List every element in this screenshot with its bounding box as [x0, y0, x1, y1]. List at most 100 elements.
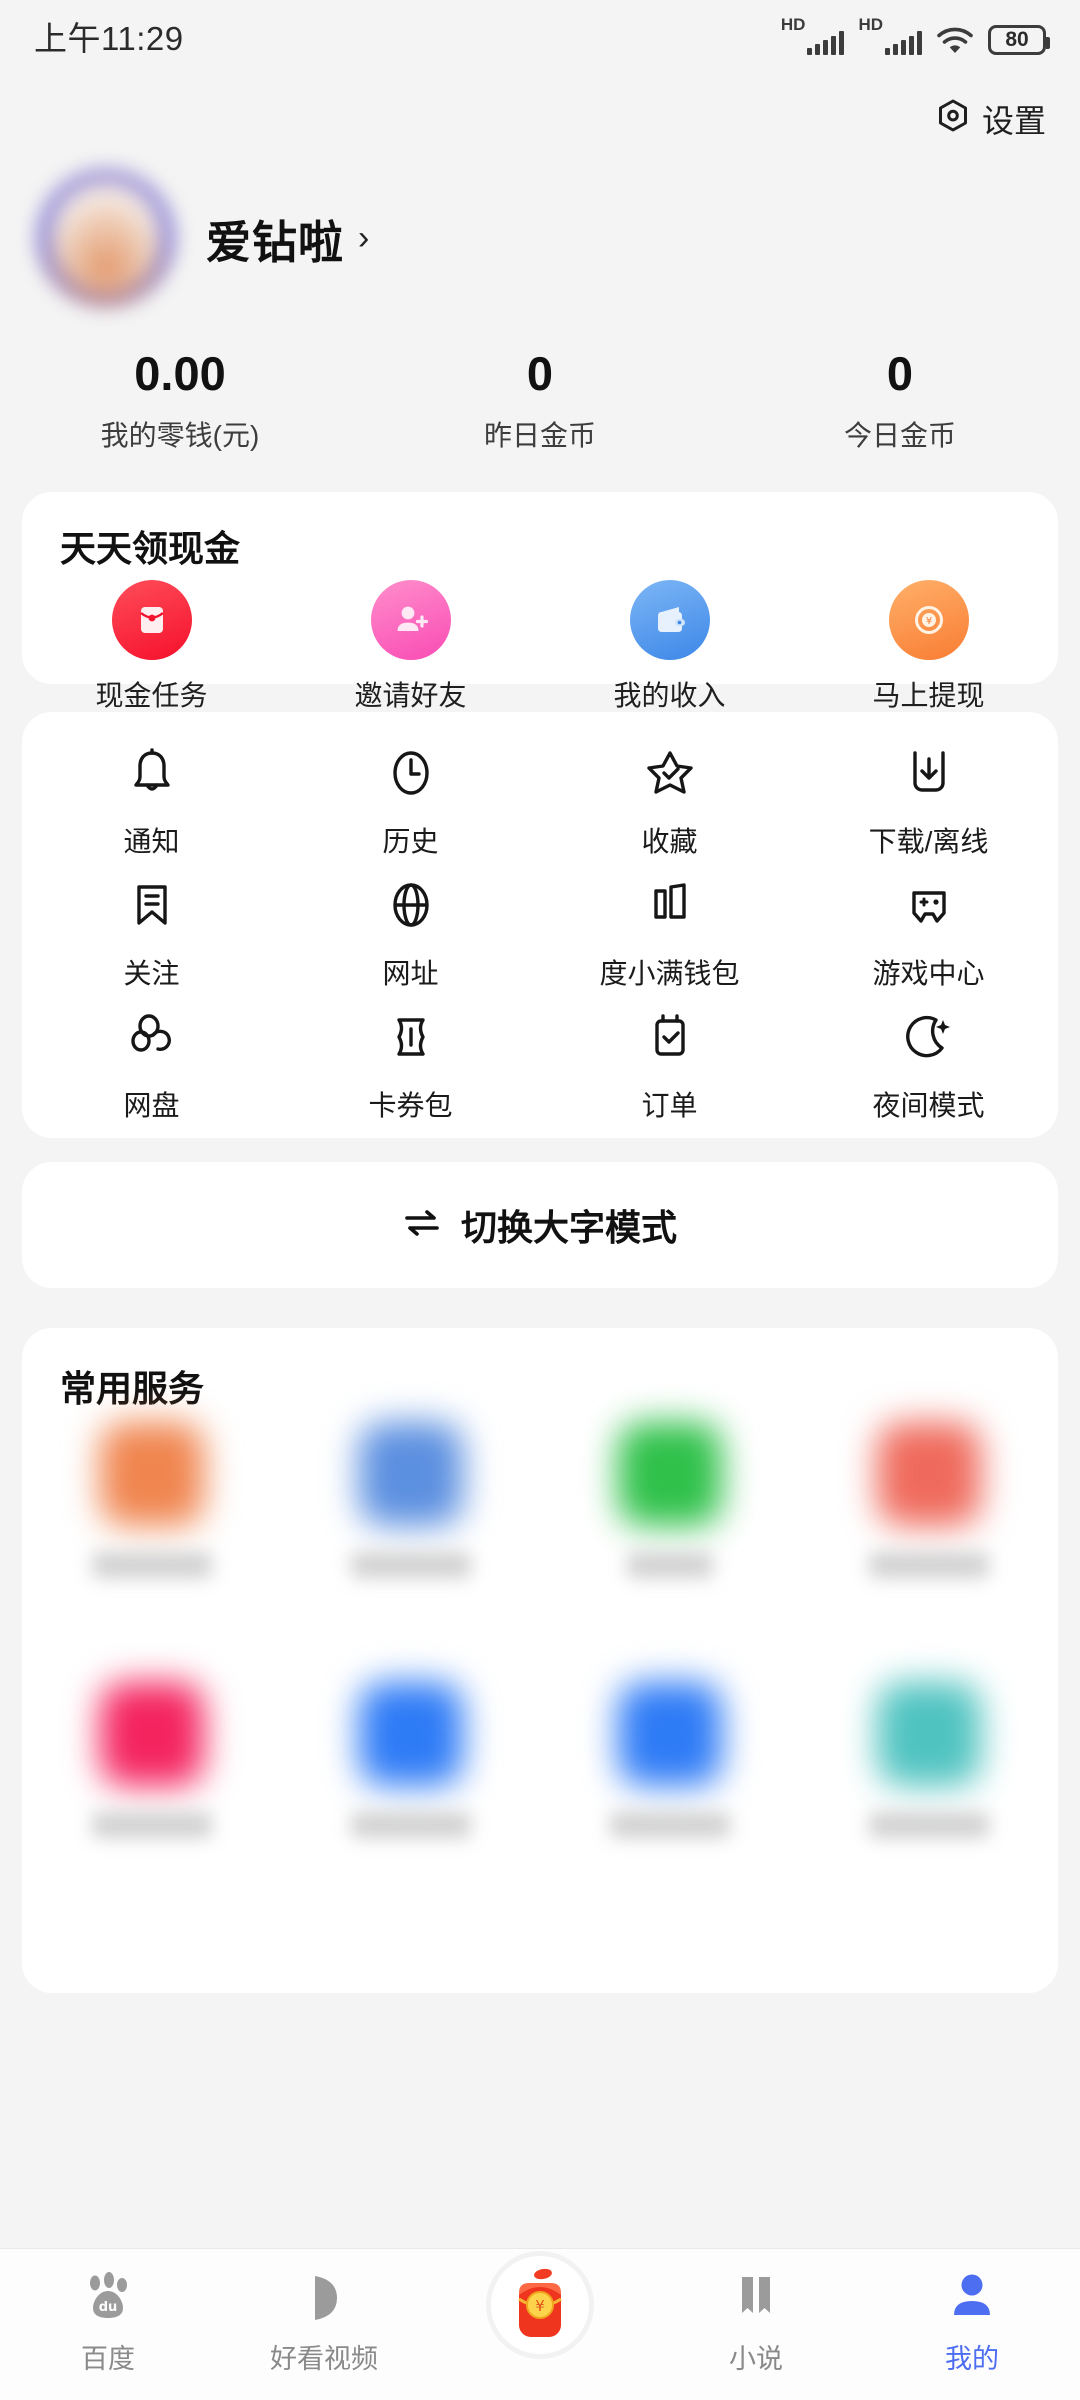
nav-item-mine[interactable]: 我的	[864, 2267, 1080, 2376]
cash-item-label: 邀请好友	[354, 680, 467, 711]
nav-item-label: 小说	[729, 2344, 783, 2374]
cash-item-withdraw[interactable]: ¥ 马上提现	[799, 580, 1058, 714]
menu-item-download-offline[interactable]: 下载/离线	[799, 742, 1058, 874]
stat-value: 0.00	[134, 347, 226, 400]
menu-item-label: 历史	[382, 826, 439, 857]
menu-item-favorites[interactable]: 收藏	[540, 742, 799, 874]
services-card: 常用服务	[22, 1328, 1058, 1993]
status-bar: 上午11:29 HD HD 80	[0, 0, 1080, 72]
signal-icon-sim1: HD	[780, 15, 845, 55]
chevron-right-icon: ›	[358, 218, 370, 257]
menu-item-coupons[interactable]: 卡券包	[281, 1006, 540, 1138]
cash-items-row: 现金任务 邀请好友 我的收入 ¥ 马上提现	[22, 580, 1058, 714]
menu-item-label: 通知	[123, 826, 180, 857]
signal-bars-sim1	[807, 29, 845, 55]
cash-section-title: 天天领现金	[60, 528, 241, 569]
cash-item-invite-friends[interactable]: 邀请好友	[281, 580, 540, 714]
service-item[interactable]	[281, 1422, 540, 1682]
menu-item-night-mode[interactable]: 夜间模式	[799, 1006, 1058, 1138]
service-item[interactable]	[540, 1682, 799, 1942]
menu-item-label: 关注	[123, 958, 180, 989]
big-text-mode-button[interactable]: 切换大字模式	[22, 1162, 1058, 1288]
gear-icon	[934, 98, 972, 141]
nav-item-haokan-video[interactable]: 好看视频	[216, 2267, 432, 2376]
service-item[interactable]	[22, 1422, 281, 1682]
stat-caption: 今日金币	[843, 419, 956, 451]
service-label	[91, 1812, 212, 1838]
svg-text:¥: ¥	[535, 2297, 545, 2315]
service-item[interactable]	[22, 1682, 281, 1942]
service-label	[350, 1552, 471, 1578]
menu-item-label: 网址	[382, 958, 439, 989]
service-icon	[617, 1682, 722, 1786]
nav-item-baidu[interactable]: du 百度	[0, 2267, 216, 2376]
cash-item-my-income[interactable]: 我的收入	[540, 580, 799, 714]
username-row[interactable]: 爱钻啦 ›	[206, 206, 369, 271]
menu-item-duxiaoman-wallet[interactable]: 度小满钱包	[540, 874, 799, 1006]
red-packet-icon[interactable]: ¥	[486, 2251, 594, 2359]
add-friend-icon	[370, 580, 451, 660]
menu-item-label: 游戏中心	[872, 958, 985, 989]
stat-item-wallet[interactable]: 0.00 我的零钱(元)	[0, 347, 360, 454]
service-item[interactable]	[281, 1682, 540, 1942]
signal-icon-sim2: HD	[858, 15, 922, 55]
big-text-mode-label: 切换大字模式	[460, 1207, 677, 1248]
bottom-nav: du 百度 好看视频 ¥ 小说 我的	[0, 2248, 1080, 2400]
cash-item-label: 我的收入	[613, 680, 726, 711]
service-item[interactable]	[799, 1682, 1058, 1942]
stat-item-today-coins[interactable]: 0 今日金币	[720, 347, 1080, 454]
service-icon	[358, 1682, 463, 1786]
menu-grid-card: 通知 历史 收藏 下载/离线 关注 网址 度小满钱包 游戏中心 网盘 卡券包 订…	[22, 712, 1058, 1138]
service-icon	[876, 1422, 981, 1526]
screen-root: 上午11:29 HD HD 80 设置 爱钻啦 › 0.00 我的零钱(元) 0…	[0, 0, 1080, 2400]
service-icon	[358, 1422, 463, 1526]
menu-item-label: 订单	[641, 1090, 698, 1121]
nav-item-red-packet[interactable]: ¥	[432, 2251, 648, 2359]
stats-row: 0.00 我的零钱(元) 0 昨日金币 0 今日金币	[0, 347, 1080, 454]
menu-item-history[interactable]: 历史	[281, 742, 540, 874]
play-icon	[295, 2267, 353, 2329]
cash-item-cash-task[interactable]: 现金任务	[22, 580, 281, 714]
service-item[interactable]	[540, 1422, 799, 1682]
cash-card: 天天领现金 现金任务 邀请好友 我的收入 ¥ 马上提现	[22, 492, 1058, 711]
menu-item-following[interactable]: 关注	[22, 874, 281, 1006]
username: 爱钻啦	[206, 216, 345, 268]
menu-item-label: 网盘	[123, 1090, 180, 1121]
bookmark-icon	[121, 874, 183, 936]
battery-level: 80	[1005, 28, 1029, 51]
duxiaoman-wallet-icon	[639, 874, 701, 936]
svg-text:du: du	[99, 2300, 118, 2315]
svg-text:¥: ¥	[925, 616, 931, 627]
menu-item-cloud-disk[interactable]: 网盘	[22, 1006, 281, 1138]
menu-item-label: 卡券包	[368, 1090, 453, 1121]
menu-item-game-center[interactable]: 游戏中心	[799, 874, 1058, 1006]
settings-button[interactable]: 设置	[934, 96, 1046, 142]
bell-icon	[121, 742, 183, 804]
ticket-icon	[380, 1006, 442, 1068]
service-item[interactable]	[799, 1422, 1058, 1682]
menu-grid-row: 通知 历史 收藏 下载/离线	[22, 742, 1058, 874]
menu-item-websites[interactable]: 网址	[281, 874, 540, 1006]
services-row	[22, 1422, 1058, 1682]
wallet-icon	[629, 580, 710, 660]
withdraw-coin-icon: ¥	[888, 580, 969, 660]
service-icon	[99, 1682, 204, 1786]
menu-item-label: 度小满钱包	[599, 958, 740, 989]
star-check-icon	[639, 742, 701, 804]
menu-item-notifications[interactable]: 通知	[22, 742, 281, 874]
hd-label-sim1: HD	[780, 15, 806, 34]
nav-item-novel[interactable]: 小说	[648, 2267, 864, 2376]
stat-value: 0	[886, 347, 914, 400]
profile-header[interactable]: 爱钻啦 ›	[36, 168, 369, 308]
service-icon	[876, 1682, 981, 1786]
menu-item-label: 夜间模式	[872, 1090, 985, 1121]
person-icon	[943, 2267, 1001, 2329]
menu-item-orders[interactable]: 订单	[540, 1006, 799, 1138]
avatar[interactable]	[36, 168, 176, 308]
signal-bars-sim2	[885, 29, 922, 55]
stat-item-yesterday-coins[interactable]: 0 昨日金币	[360, 347, 720, 454]
order-checklist-icon	[639, 1006, 701, 1068]
menu-item-label: 收藏	[641, 826, 698, 857]
services-section-title: 常用服务	[60, 1368, 205, 1409]
clock-icon	[380, 742, 442, 804]
